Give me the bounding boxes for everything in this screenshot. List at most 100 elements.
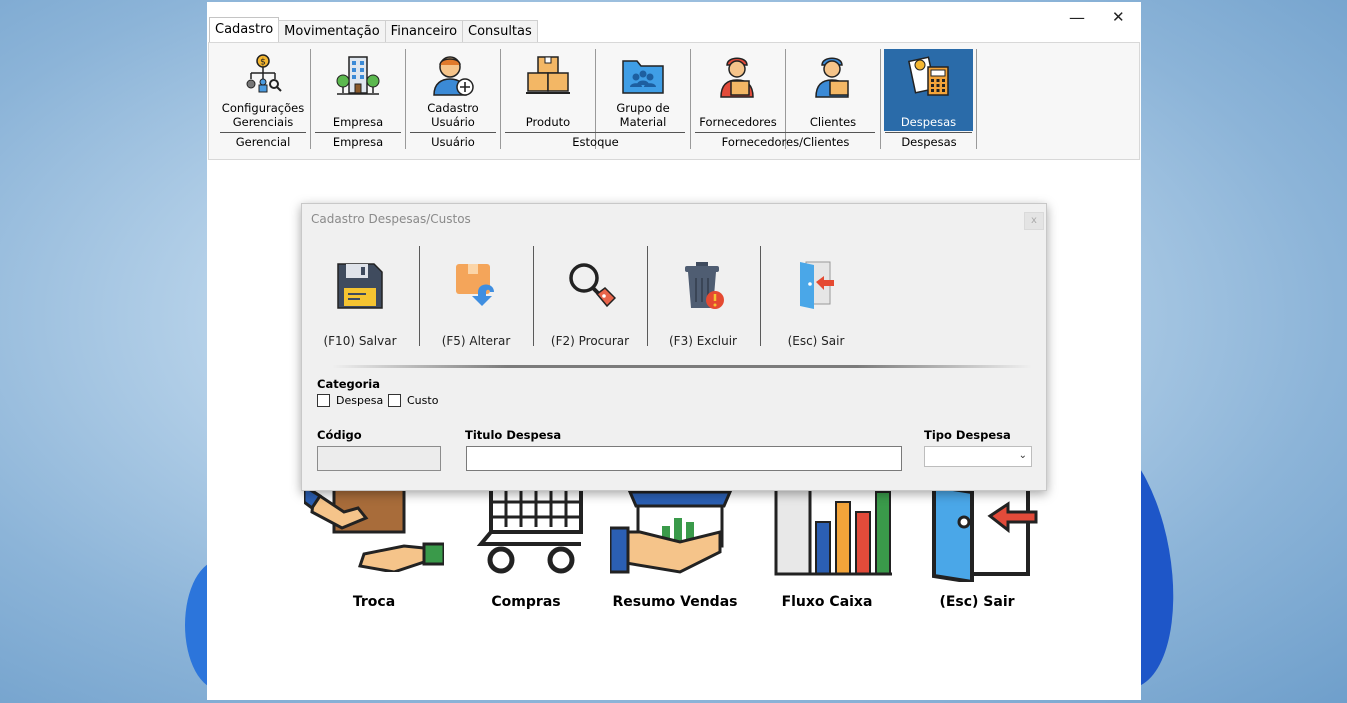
group-divider: [315, 132, 401, 133]
categoria-label: Categoria: [317, 377, 381, 391]
menu-fluxo-caixa-button[interactable]: Fluxo Caixa: [752, 480, 902, 612]
despesa-checkbox[interactable]: Despesa: [317, 394, 383, 407]
checkbox-box[interactable]: [317, 394, 330, 407]
boxes-icon: [524, 53, 572, 102]
ribbon-separator: [595, 49, 596, 149]
titulo-despesa-input[interactable]: [466, 446, 902, 471]
toolbar-label: (Esc) Sair: [787, 334, 845, 348]
ribbon-label: Despesas: [900, 115, 957, 129]
ribbon-label: Gerenciais: [232, 115, 294, 129]
toolbar-label: (F10) Salvar: [323, 334, 397, 348]
checkbox-box[interactable]: [388, 394, 401, 407]
checkbox-label: Despesa: [336, 394, 384, 407]
shopping-cart-icon: [476, 482, 583, 574]
tipo-label: Tipo Despesa: [924, 428, 1011, 442]
ribbon-label: Usuário: [431, 115, 475, 129]
toolbar-separator: [533, 246, 534, 346]
chevron-down-icon: ⌄: [1018, 450, 1027, 461]
cadastro-despesas-dialog: Cadastro Despesas/Custos x (F10) Salvar …: [301, 203, 1047, 491]
exit-door-icon: [932, 483, 1038, 585]
menu-label: Resumo Vendas: [612, 594, 738, 610]
ribbon-label: Fornecedores: [699, 115, 777, 129]
menu-label: Troca: [352, 594, 396, 610]
tab-consultas[interactable]: Consultas: [462, 20, 538, 44]
titulo-label: Titulo Despesa: [465, 428, 562, 442]
group-label-fornecedores-clientes: Fornecedores/Clientes: [721, 135, 850, 149]
codigo-field[interactable]: [317, 446, 441, 471]
alterar-button[interactable]: (F5) Alterar: [421, 246, 531, 348]
dialog-body: (F10) Salvar (F5) Alterar (F2) Procurar …: [302, 234, 1046, 490]
close-button[interactable]: ✕: [1112, 8, 1125, 26]
toolbar-label: (F3) Excluir: [669, 334, 737, 348]
toolbar-separator: [419, 246, 420, 346]
building-icon: [335, 53, 381, 102]
menu-label: Compras: [491, 594, 561, 610]
ribbon-separator: [405, 49, 406, 149]
ribbon-label: Cadastro: [427, 101, 479, 115]
supplier-icon: [715, 53, 761, 102]
menu-label: (Esc) Sair: [939, 594, 1015, 610]
group-divider: [410, 132, 496, 133]
ribbon-label: Empresa: [332, 115, 384, 129]
minimize-button[interactable]: —: [1069, 8, 1085, 27]
toolbar-label: (F2) Procurar: [550, 334, 630, 348]
sair-button[interactable]: (Esc) Sair: [761, 246, 871, 348]
tab-financeiro[interactable]: Financeiro: [384, 20, 464, 44]
edit-box-icon: [450, 260, 502, 315]
exit-door-icon: [790, 260, 842, 315]
toolbar-divider: [332, 365, 1032, 368]
procurar-button[interactable]: (F2) Procurar: [535, 246, 645, 348]
expense-calculator-icon: [906, 53, 952, 102]
ribbon-label: Grupo de: [616, 101, 670, 115]
group-label-empresa: Empresa: [332, 135, 384, 149]
group-divider: [885, 132, 972, 133]
tipo-despesa-select[interactable]: ⌄: [924, 446, 1032, 467]
ribbon-label: Produto: [525, 115, 571, 129]
svg-text:$: $: [260, 58, 266, 68]
menu-label: Fluxo Caixa: [781, 594, 873, 610]
excluir-button[interactable]: (F3) Excluir: [648, 246, 758, 348]
codigo-label: Código: [317, 428, 362, 442]
client-icon: [810, 53, 856, 102]
org-chart-icon: $: [243, 53, 283, 100]
tab-movimentacao[interactable]: Movimentação: [278, 20, 386, 44]
salvar-button[interactable]: (F10) Salvar: [305, 246, 415, 348]
ribbon-separator: [880, 49, 881, 149]
ribbon-separator: [500, 49, 501, 149]
ribbon-separator: [310, 49, 311, 149]
ribbon-separator: [976, 49, 977, 149]
ribbon-fornecedores-button[interactable]: Fornecedores: [693, 49, 783, 131]
group-label-despesas: Despesas: [901, 135, 957, 149]
ribbon-configuracoes-button[interactable]: $ Configurações Gerenciais: [218, 49, 308, 131]
ribbon-despesas-button[interactable]: Despesas: [884, 49, 973, 131]
ribbon-label: Clientes: [809, 115, 857, 129]
group-divider: [695, 132, 875, 133]
group-label-gerencial: Gerencial: [235, 135, 291, 149]
menu-resumo-vendas-button[interactable]: Resumo Vendas: [600, 482, 750, 612]
dialog-close-button[interactable]: x: [1024, 212, 1044, 230]
ribbon-clientes-button[interactable]: Clientes: [788, 49, 878, 131]
store-sales-icon: [608, 490, 733, 574]
ribbon-label: Material: [619, 115, 667, 129]
ribbon: $ Configurações Gerenciais Empresa Cadas…: [208, 42, 1140, 160]
toolbar-label: (F5) Alterar: [441, 334, 511, 348]
dialog-title: Cadastro Despesas/Custos: [311, 212, 471, 226]
ribbon-empresa-button[interactable]: Empresa: [313, 49, 403, 131]
exchange-icon: [302, 480, 446, 574]
add-user-icon: [430, 53, 476, 102]
ribbon-separator: [785, 49, 786, 149]
menu-compras-button[interactable]: Compras: [451, 482, 601, 612]
menu-troca-button[interactable]: Troca: [299, 480, 449, 612]
group-label-estoque: Estoque: [572, 135, 619, 149]
ribbon-produto-button[interactable]: Produto: [503, 49, 593, 131]
trash-icon: [677, 260, 729, 315]
checkbox-label: Custo: [407, 394, 439, 407]
ribbon-grupo-material-button[interactable]: Grupo de Material: [598, 49, 688, 131]
ribbon-cadastro-usuario-button[interactable]: Cadastro Usuário: [408, 49, 498, 131]
group-divider: [505, 132, 685, 133]
group-label-usuario: Usuário: [431, 135, 475, 149]
custo-checkbox[interactable]: Custo: [388, 394, 438, 407]
ribbon-label: Configurações: [221, 101, 305, 115]
menu-sair-button[interactable]: (Esc) Sair: [902, 482, 1052, 612]
floppy-save-icon: [334, 260, 386, 315]
